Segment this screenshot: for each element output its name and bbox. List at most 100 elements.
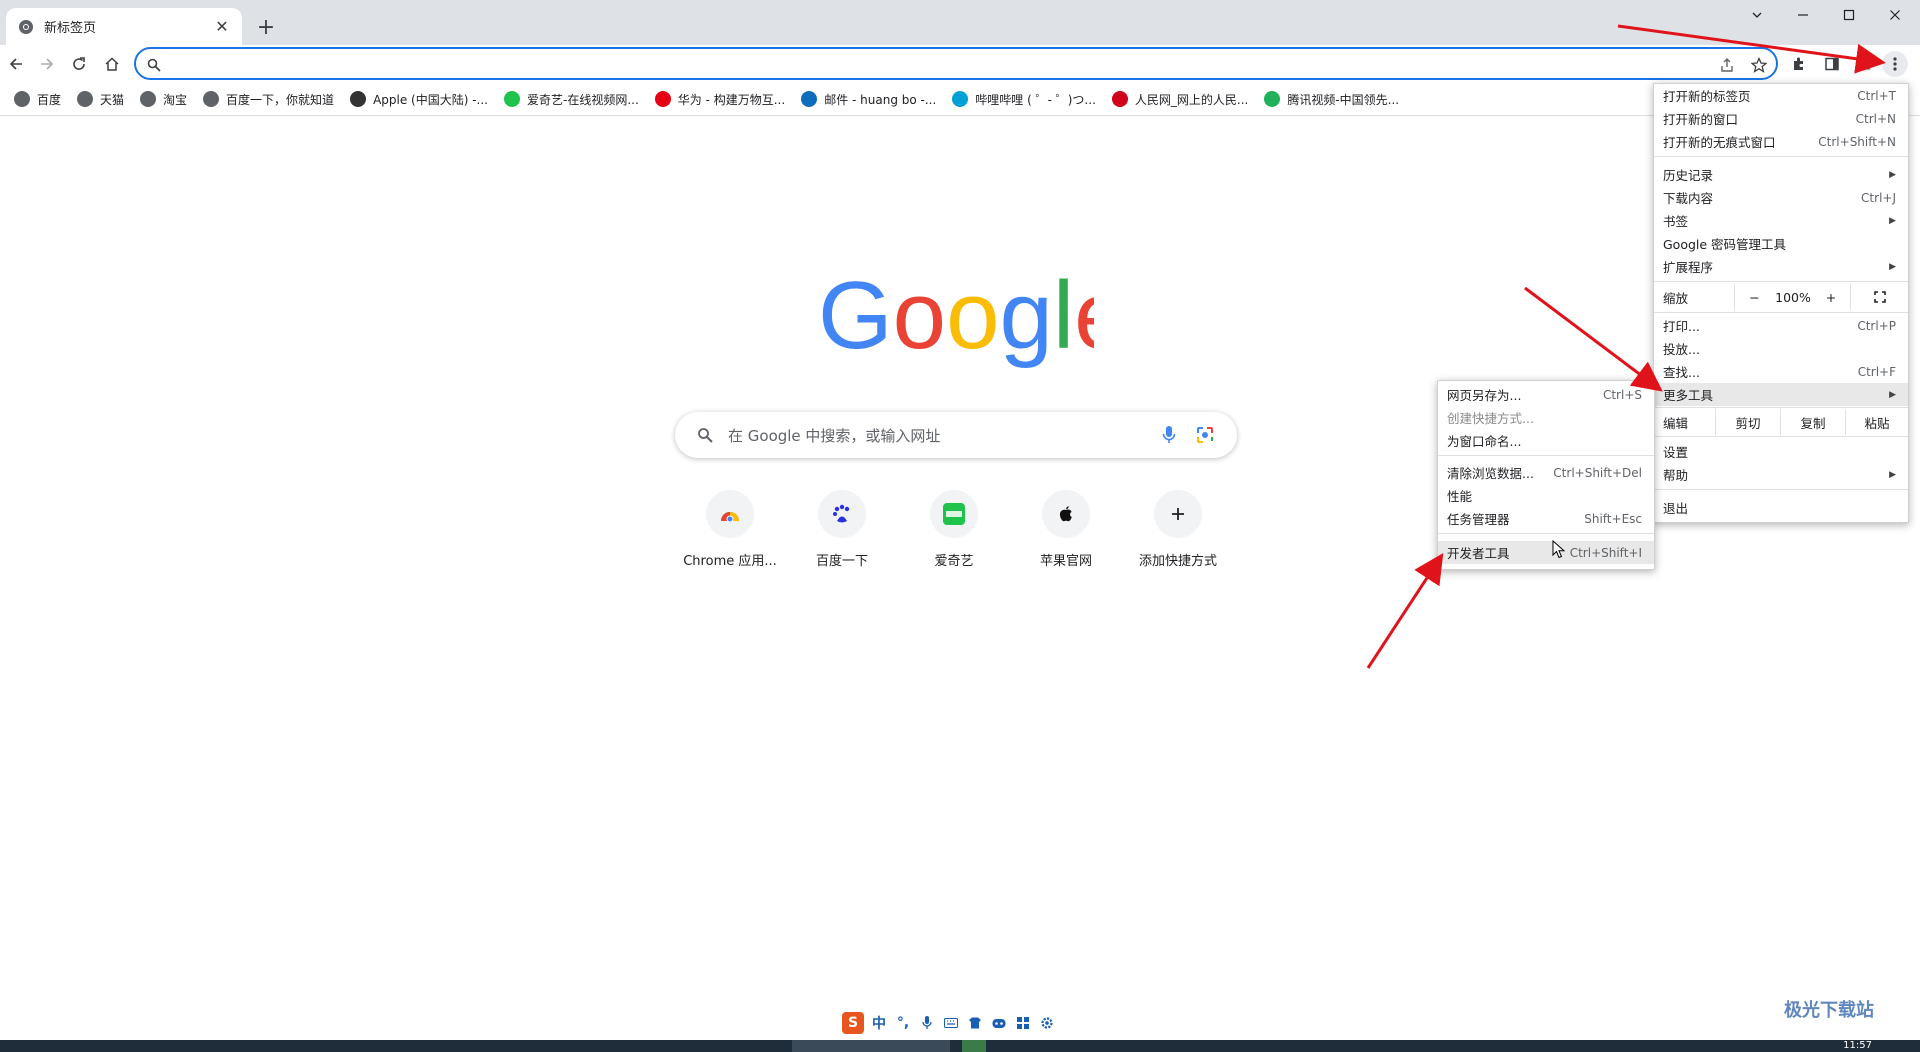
menu-item-print[interactable]: 打印... Ctrl+P xyxy=(1654,314,1908,337)
sogou-ime-icon[interactable]: S xyxy=(842,1012,864,1034)
close-window-button[interactable] xyxy=(1872,0,1918,30)
minimize-icon xyxy=(1798,14,1808,16)
shortcut-label: 添加快捷方式 xyxy=(1138,554,1217,569)
ime-skin-icon[interactable] xyxy=(966,1014,984,1032)
shortcut-apple[interactable]: 苹果官网 xyxy=(1010,484,1122,574)
menu-item-more-tools[interactable]: 更多工具 ▶ xyxy=(1654,383,1908,406)
google-lens-icon[interactable] xyxy=(1195,425,1215,445)
tab-title: 新标签页 xyxy=(44,21,97,36)
shortcut-chrome-apps[interactable]: Chrome 应用... xyxy=(674,484,786,574)
submenu-item-task-manager[interactable]: 任务管理器 Shift+Esc xyxy=(1438,507,1654,530)
edit-label: 编辑 xyxy=(1663,415,1689,431)
paste-button[interactable]: 粘贴 xyxy=(1845,409,1908,435)
menu-item-downloads[interactable]: 下载内容 Ctrl+J xyxy=(1654,186,1908,209)
tab-new-tab[interactable]: 新标签页 ✕ xyxy=(6,8,242,45)
bookmark-item[interactable]: 人民网_网上的人民... xyxy=(1106,85,1254,113)
zoom-in-button[interactable]: + xyxy=(1812,284,1850,310)
cut-button[interactable]: 剪切 xyxy=(1715,409,1780,435)
menu-item-find[interactable]: 查找... Ctrl+F xyxy=(1654,360,1908,383)
ime-settings-icon[interactable] xyxy=(1038,1014,1056,1032)
side-panel-icon[interactable] xyxy=(1819,51,1845,77)
bookmark-item[interactable]: 爱奇艺-在线视频网... xyxy=(498,85,645,113)
bookmark-item[interactable]: 淘宝 xyxy=(134,85,193,113)
windows-taskbar xyxy=(0,1040,1920,1052)
reload-icon xyxy=(73,57,85,70)
address-input[interactable] xyxy=(172,54,1672,74)
bookmark-item[interactable]: 腾讯视频-中国领先... xyxy=(1258,85,1405,113)
taskbar-app[interactable] xyxy=(962,1040,986,1052)
menu-item-incognito[interactable]: 打开新的无痕式窗口 Ctrl+Shift+N xyxy=(1654,130,1908,153)
ime-apps-icon[interactable] xyxy=(1014,1014,1032,1032)
ime-voice-icon[interactable] xyxy=(918,1014,936,1032)
ime-keyboard-icon[interactable] xyxy=(942,1014,960,1032)
chrome-icon xyxy=(18,19,34,35)
menu-item-history[interactable]: 历史记录 ▶ xyxy=(1654,163,1908,186)
minimize-button[interactable] xyxy=(1780,0,1826,30)
bookmark-item[interactable]: 百度 xyxy=(8,85,67,113)
extensions-icon[interactable] xyxy=(1786,51,1812,77)
home-button[interactable] xyxy=(98,50,126,78)
bookmark-favicon-icon xyxy=(654,91,671,107)
back-button[interactable] xyxy=(2,50,30,78)
submenu-item-devtools[interactable]: 开发者工具 Ctrl+Shift+I xyxy=(1438,541,1654,564)
ime-mode-toggle[interactable]: 中 xyxy=(870,1014,888,1032)
bookmark-favicon-icon xyxy=(77,91,94,107)
tab-close-button[interactable]: ✕ xyxy=(212,17,232,37)
menu-item-help[interactable]: 帮助 ▶ xyxy=(1654,463,1908,486)
bookmark-favicon-icon xyxy=(14,91,30,107)
bookmark-item[interactable]: 邮件 - huang bo -... xyxy=(795,85,942,113)
menu-item-new-tab[interactable]: 打开新的标签页 Ctrl+T xyxy=(1654,84,1908,107)
taskbar-active-app[interactable] xyxy=(792,1040,950,1052)
menu-item-cast[interactable]: 投放... xyxy=(1654,337,1908,360)
submenu-item-name-window[interactable]: 为窗口命名... xyxy=(1438,429,1654,452)
forward-button[interactable] xyxy=(33,50,61,78)
fullscreen-button[interactable] xyxy=(1850,284,1908,310)
new-tab-button[interactable]: + xyxy=(252,13,280,41)
maximize-button[interactable] xyxy=(1826,0,1872,30)
submenu-item-create-shortcut[interactable]: 创建快捷方式... xyxy=(1438,406,1654,429)
shortcut-iqiyi[interactable]: 爱奇艺 xyxy=(898,484,1010,574)
bookmark-label: Apple (中国大陆) -... xyxy=(373,92,488,107)
menu-item-passwords[interactable]: Google 密码管理工具 xyxy=(1654,232,1908,255)
profile-icon[interactable] xyxy=(1852,51,1878,77)
more-tools-submenu: 网页另存为... Ctrl+S 创建快捷方式... 为窗口命名... 清除浏览数据… xyxy=(1437,380,1655,570)
ime-toolbar: S 中 °, xyxy=(838,1008,1068,1038)
apple-icon xyxy=(1042,490,1090,538)
tab-search-button[interactable] xyxy=(1734,0,1780,30)
search-placeholder: 在 Google 中搜索，或输入网址 xyxy=(728,427,941,445)
menu-item-settings[interactable]: 设置 xyxy=(1654,440,1908,463)
taskbar-clock: 11:57 xyxy=(1843,1040,1872,1051)
microphone-icon[interactable] xyxy=(1159,425,1179,445)
menu-item-exit[interactable]: 退出 xyxy=(1654,496,1908,519)
bookmark-item[interactable]: Apple (中国大陆) -... xyxy=(344,85,494,113)
bookmark-item[interactable]: 哔哩哔哩 ( ゜- ゜)つ... xyxy=(946,85,1102,113)
address-bar[interactable] xyxy=(134,47,1778,80)
ime-punctuation-toggle[interactable]: °, xyxy=(894,1014,912,1032)
copy-button[interactable]: 复制 xyxy=(1780,409,1845,435)
bookmark-item[interactable]: 华为 - 构建万物互... xyxy=(649,85,791,113)
shortcut-add[interactable]: 添加快捷方式 xyxy=(1122,484,1234,574)
menu-item-extensions[interactable]: 扩展程序 ▶ xyxy=(1654,255,1908,278)
ime-assistant-icon[interactable] xyxy=(990,1014,1008,1032)
menu-item-new-window[interactable]: 打开新的窗口 Ctrl+N xyxy=(1654,107,1908,130)
zoom-out-button[interactable]: − xyxy=(1734,284,1774,310)
share-icon[interactable] xyxy=(1717,55,1737,75)
google-search-box[interactable]: 在 Google 中搜索，或输入网址 xyxy=(675,412,1237,458)
shortcut-label: Chrome 应用... xyxy=(683,554,777,569)
bookmark-favicon-icon xyxy=(203,91,220,107)
reload-button[interactable] xyxy=(65,50,93,78)
submenu-item-clear-data[interactable]: 清除浏览数据... Ctrl+Shift+Del xyxy=(1438,461,1654,484)
shortcut-baidu[interactable]: 百度一下 xyxy=(786,484,898,574)
shortcut-label: 苹果官网 xyxy=(1039,554,1092,569)
bookmark-label: 人民网_网上的人民... xyxy=(1134,92,1249,107)
submenu-item-performance[interactable]: 性能 xyxy=(1438,484,1654,507)
menu-item-bookmarks[interactable]: 书签 ▶ xyxy=(1654,209,1908,232)
bookmark-item[interactable]: 百度一下，你就知道 xyxy=(197,85,340,113)
search-icon xyxy=(695,425,715,445)
menu-button[interactable] xyxy=(1882,51,1908,77)
bookmark-star-icon[interactable] xyxy=(1749,55,1769,75)
submenu-item-save-page[interactable]: 网页另存为... Ctrl+S xyxy=(1438,383,1654,406)
arrow-left-icon xyxy=(9,58,22,70)
bookmark-item[interactable]: 天猫 xyxy=(71,85,130,113)
chevron-down-icon xyxy=(1752,12,1762,18)
